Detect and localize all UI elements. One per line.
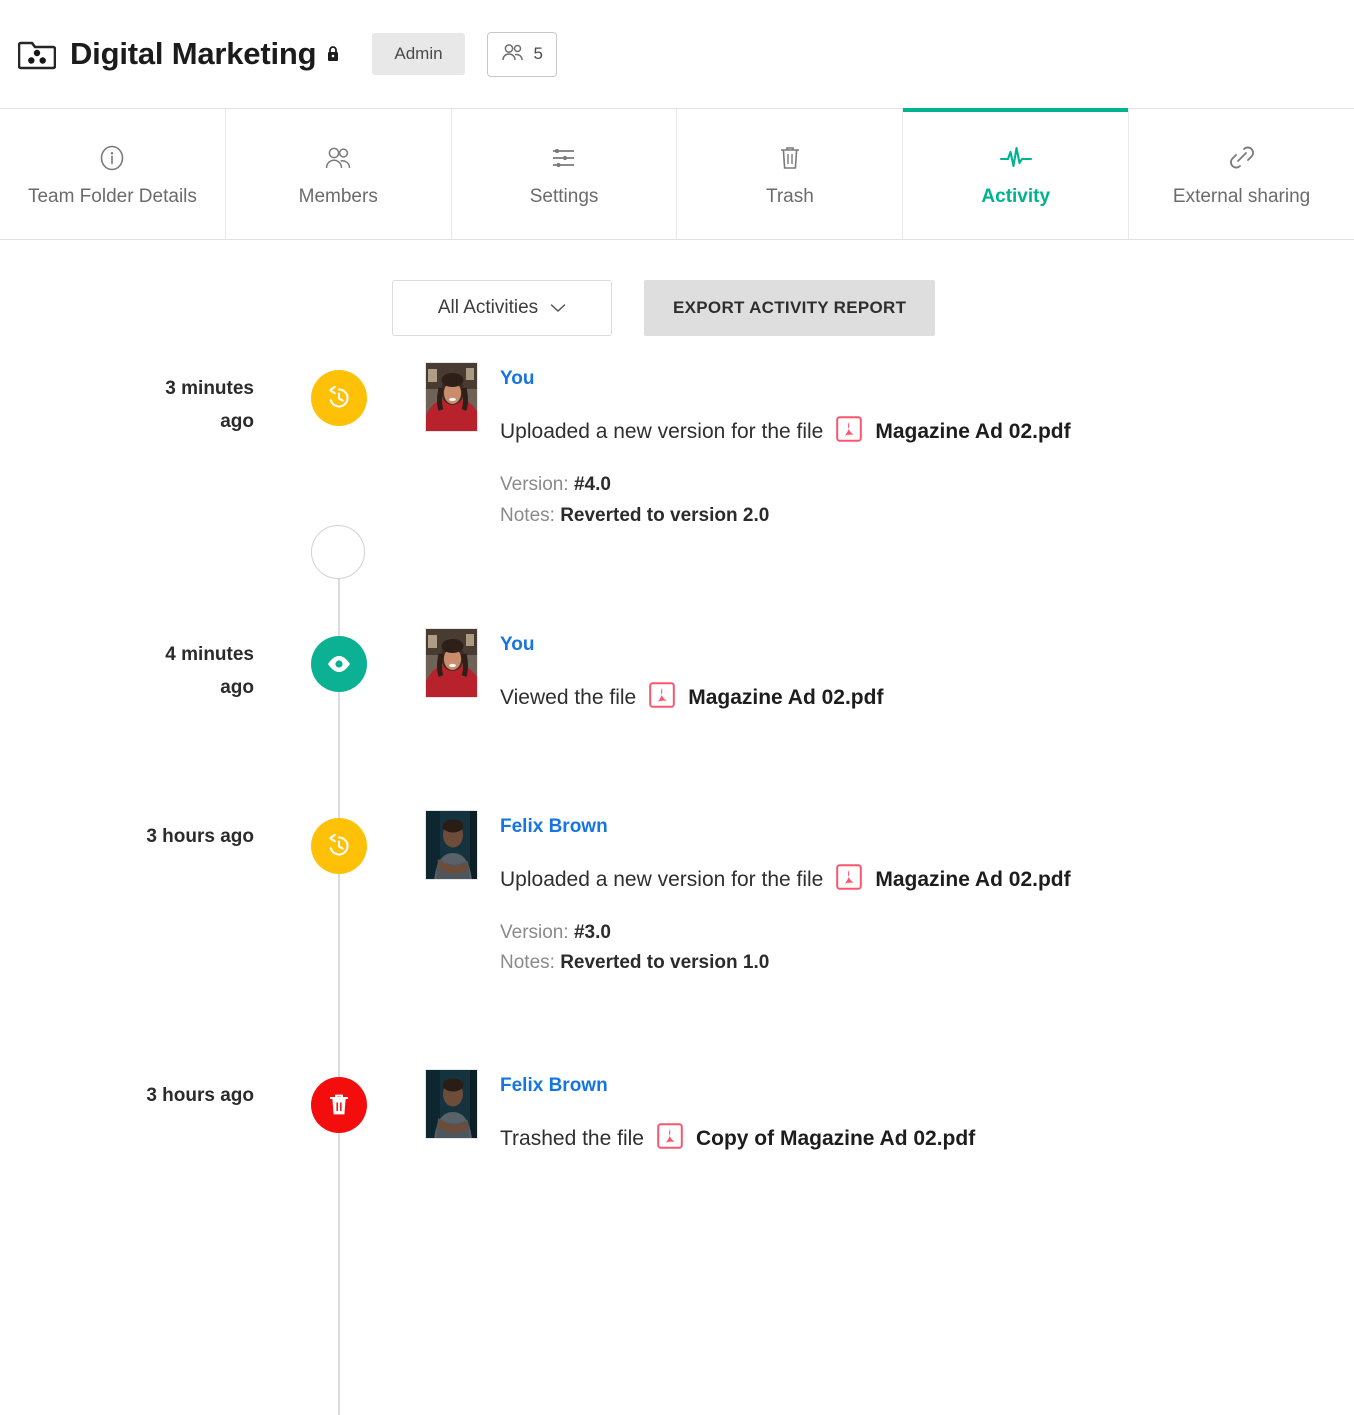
activity-actor[interactable]: Felix Brown	[500, 816, 608, 838]
activity-timestamp: 3 hours ago	[0, 1065, 290, 1112]
page-header: Digital Marketing Admin 5	[0, 0, 1354, 108]
members-count-label: 5	[534, 44, 543, 64]
activity-detail-row: Version: #3.0	[500, 918, 1071, 949]
tab-bar: Team Folder Details Members Settings	[0, 108, 1354, 240]
avatar	[425, 362, 478, 432]
tab-label: Team Folder Details	[28, 187, 197, 206]
trash-icon	[311, 1077, 367, 1133]
activity-details: Version: #4.0 Notes: Reverted to version…	[500, 470, 1071, 532]
spacer	[0, 714, 1354, 806]
tab-label: Members	[299, 187, 378, 206]
detail-value: #3.0	[574, 922, 611, 943]
activity-actor[interactable]: You	[500, 634, 534, 656]
activity-action: Uploaded a new version for the file Maga…	[500, 416, 1071, 448]
activity-action-text: Trashed the file	[500, 1127, 644, 1151]
team-folder-icon	[18, 38, 56, 70]
activity-filter-select[interactable]: All Activities	[392, 280, 612, 336]
activity-timestamp: 3 minutes ago	[0, 358, 290, 439]
pdf-file-icon	[649, 682, 675, 714]
detail-value: #4.0	[574, 474, 611, 495]
tab-label: Activity	[981, 187, 1050, 206]
spacer	[0, 979, 1354, 1065]
activity-file-name[interactable]: Magazine Ad 02.pdf	[875, 420, 1070, 444]
role-badge: Admin	[372, 33, 464, 75]
version-history-icon	[311, 818, 367, 874]
activity-action: Viewed the file Magazine Ad 02.pdf	[500, 682, 883, 714]
export-activity-report-button[interactable]: EXPORT ACTIVITY REPORT	[644, 280, 935, 336]
activity-action-text: Viewed the file	[500, 686, 636, 710]
activity-toolbar: All Activities EXPORT ACTIVITY REPORT	[0, 240, 1354, 336]
members-count-chip[interactable]: 5	[487, 32, 557, 77]
sliders-icon	[550, 143, 578, 173]
lock-icon	[326, 45, 340, 63]
pdf-file-icon	[836, 416, 862, 448]
activity-item: 4 minutes ago	[0, 624, 1354, 714]
detail-label: Notes:	[500, 952, 555, 973]
activity-action-text: Uploaded a new version for the file	[500, 868, 823, 892]
activity-file-name[interactable]: Copy of Magazine Ad 02.pdf	[696, 1127, 975, 1151]
tab-external-sharing[interactable]: External sharing	[1129, 109, 1354, 239]
activity-actor[interactable]: Felix Brown	[500, 1075, 608, 1097]
activity-file-name[interactable]: Magazine Ad 02.pdf	[875, 868, 1070, 892]
timestamp-line: ago	[0, 671, 254, 704]
avatar	[425, 628, 478, 698]
tab-members[interactable]: Members	[226, 109, 452, 239]
tab-label: Settings	[530, 187, 599, 206]
pdf-file-icon	[836, 864, 862, 896]
activity-pulse-icon	[999, 143, 1033, 173]
activity-item: 3 minutes ago	[0, 358, 1354, 532]
timestamp-line: 3 hours ago	[0, 820, 254, 853]
activity-detail-row: Notes: Reverted to version 1.0	[500, 948, 1071, 979]
info-icon	[98, 143, 126, 173]
avatar	[425, 810, 478, 880]
members-icon	[323, 143, 353, 173]
tab-team-folder-details[interactable]: Team Folder Details	[0, 109, 226, 239]
activity-timestamp: 4 minutes ago	[0, 624, 290, 705]
detail-label: Notes:	[500, 505, 555, 526]
eye-icon	[311, 636, 367, 692]
activity-actor[interactable]: You	[500, 368, 534, 390]
tab-activity[interactable]: Activity	[903, 109, 1129, 239]
activity-panel: All Activities EXPORT ACTIVITY REPORT 3 …	[0, 240, 1354, 1155]
members-icon	[501, 42, 525, 67]
activity-timestamp: 3 hours ago	[0, 806, 290, 853]
activity-item: 3 hours ago	[0, 806, 1354, 980]
activity-detail-row: Version: #4.0	[500, 470, 1071, 501]
tab-label: Trash	[766, 187, 814, 206]
timestamp-line: ago	[0, 405, 254, 438]
activity-action-text: Uploaded a new version for the file	[500, 420, 823, 444]
avatar	[425, 1069, 478, 1139]
activity-filter-value: All Activities	[438, 297, 538, 319]
version-history-icon	[311, 370, 367, 426]
detail-label: Version:	[500, 922, 569, 943]
activity-file-name[interactable]: Magazine Ad 02.pdf	[688, 686, 883, 710]
timestamp-line: 4 minutes	[0, 638, 254, 671]
tab-label: External sharing	[1173, 187, 1310, 206]
trash-icon	[778, 143, 802, 173]
activity-timeline-list: 3 minutes ago	[0, 358, 1354, 1155]
activity-item: 3 hours ago	[0, 1065, 1354, 1155]
chevron-down-icon	[550, 297, 566, 319]
detail-value: Reverted to version 2.0	[560, 505, 769, 526]
page-title: Digital Marketing	[70, 36, 316, 72]
activity-action: Trashed the file Copy of Magazine Ad 02.…	[500, 1123, 975, 1155]
spacer	[0, 532, 1354, 624]
timestamp-line: 3 minutes	[0, 372, 254, 405]
detail-value: Reverted to version 1.0	[560, 952, 769, 973]
tab-trash[interactable]: Trash	[677, 109, 903, 239]
link-icon	[1227, 143, 1257, 173]
activity-detail-row: Notes: Reverted to version 2.0	[500, 501, 1071, 532]
tab-settings[interactable]: Settings	[452, 109, 678, 239]
activity-details: Version: #3.0 Notes: Reverted to version…	[500, 918, 1071, 980]
pdf-file-icon	[657, 1123, 683, 1155]
detail-label: Version:	[500, 474, 569, 495]
timestamp-line: 3 hours ago	[0, 1079, 254, 1112]
activity-action: Uploaded a new version for the file Maga…	[500, 864, 1071, 896]
